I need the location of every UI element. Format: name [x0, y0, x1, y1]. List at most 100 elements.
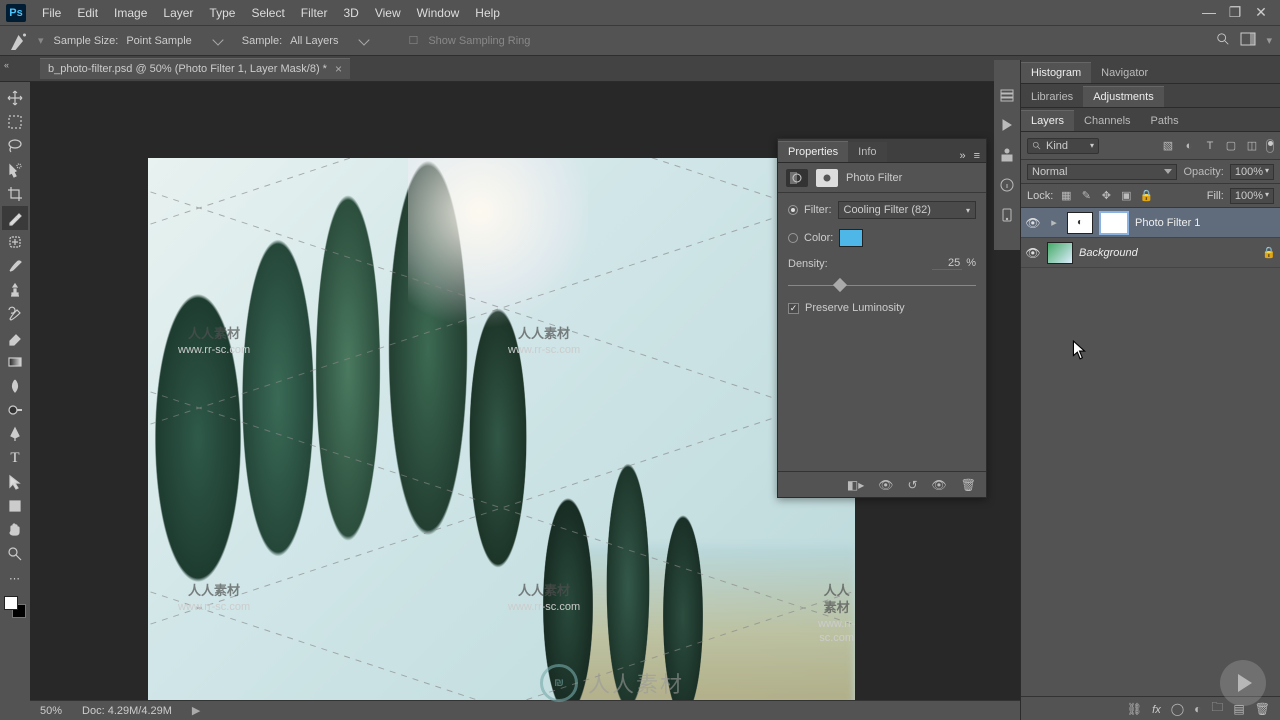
move-tool[interactable]	[2, 86, 28, 110]
gradient-tool[interactable]	[2, 350, 28, 374]
info-panel-icon[interactable]	[998, 176, 1016, 194]
opacity-input[interactable]: 100%▾	[1230, 164, 1274, 180]
tool-preset-icon[interactable]	[8, 29, 32, 53]
clone-stamp-tool[interactable]	[2, 278, 28, 302]
lock-position-icon[interactable]: ✥	[1099, 189, 1113, 202]
menu-edit[interactable]: Edit	[69, 0, 106, 26]
color-radio[interactable]	[788, 233, 798, 243]
minimize-button[interactable]: —	[1202, 4, 1216, 21]
menu-filter[interactable]: Filter	[293, 0, 336, 26]
menu-type[interactable]: Type	[201, 0, 243, 26]
tab-channels[interactable]: Channels	[1074, 111, 1140, 131]
menu-help[interactable]: Help	[467, 0, 508, 26]
filter-type-icon[interactable]: T	[1203, 139, 1217, 153]
workspace-switcher-icon[interactable]	[1240, 32, 1256, 49]
hand-tool[interactable]	[2, 518, 28, 542]
history-panel-icon[interactable]	[998, 86, 1016, 104]
brush-tool[interactable]	[2, 254, 28, 278]
menu-image[interactable]: Image	[106, 0, 155, 26]
layer-filter-kind[interactable]: Kind ▾	[1027, 138, 1099, 154]
layer-mask-thumb[interactable]	[1099, 211, 1129, 235]
lock-artboard-icon[interactable]: ▣	[1119, 189, 1133, 202]
filter-radio[interactable]	[788, 205, 798, 215]
paragraph-panel-icon[interactable]	[998, 146, 1016, 164]
document-tab[interactable]: b_photo-filter.psd @ 50% (Photo Filter 1…	[40, 58, 350, 79]
dodge-tool[interactable]	[2, 398, 28, 422]
tab-properties[interactable]: Properties	[778, 141, 848, 162]
zoom-level[interactable]: 50%	[40, 705, 62, 717]
tab-layers[interactable]: Layers	[1021, 110, 1074, 131]
collapse-panel-icon[interactable]: »	[959, 150, 965, 162]
filter-pixel-icon[interactable]: ▧	[1161, 139, 1175, 153]
lock-all-icon[interactable]: 🔒	[1139, 189, 1153, 202]
menu-view[interactable]: View	[367, 0, 409, 26]
menu-layer[interactable]: Layer	[155, 0, 201, 26]
healing-brush-tool[interactable]	[2, 230, 28, 254]
layer-fx-icon[interactable]: fx	[1152, 702, 1161, 716]
filter-select[interactable]: Cooling Filter (82) ▾	[838, 201, 977, 219]
status-menu-icon[interactable]: ▶	[192, 704, 200, 717]
fill-input[interactable]: 100%▾	[1230, 188, 1274, 204]
show-sampling-ring-checkbox[interactable]: Show Sampling Ring	[428, 35, 530, 47]
blur-tool[interactable]	[2, 374, 28, 398]
clip-to-layer-icon[interactable]: ◧▸	[847, 478, 864, 492]
sample-size-select[interactable]: Point Sample	[122, 34, 211, 48]
path-select-tool[interactable]	[2, 470, 28, 494]
density-input[interactable]: 25	[932, 257, 962, 270]
link-icon[interactable]: ▸	[1047, 216, 1061, 229]
tab-navigator[interactable]: Navigator	[1091, 63, 1158, 83]
layer-name[interactable]: Background	[1079, 247, 1256, 259]
toggle-visibility-icon[interactable]: 👁	[932, 478, 947, 492]
filter-shape-icon[interactable]: ▢	[1224, 139, 1238, 153]
tab-libraries[interactable]: Libraries	[1021, 87, 1083, 107]
visibility-toggle-icon[interactable]: 👁	[1025, 246, 1041, 260]
delete-adjustment-icon[interactable]: 🗑	[961, 478, 976, 492]
eyedropper-tool[interactable]	[2, 206, 28, 230]
layer-name[interactable]: Photo Filter 1	[1135, 217, 1276, 229]
zoom-tool[interactable]	[2, 542, 28, 566]
view-previous-icon[interactable]: 👁	[878, 478, 893, 492]
layer-mask-icon[interactable]: ◯	[1171, 702, 1184, 716]
density-slider[interactable]	[788, 280, 976, 292]
eraser-tool[interactable]	[2, 326, 28, 350]
menu-select[interactable]: Select	[243, 0, 292, 26]
actions-panel-icon[interactable]	[998, 116, 1016, 134]
filter-toggle-icon[interactable]	[1266, 139, 1274, 153]
crop-tool[interactable]	[2, 182, 28, 206]
play-overlay-icon[interactable]	[1220, 660, 1266, 706]
filter-adjust-icon[interactable]: ◐	[1182, 139, 1196, 153]
menu-3d[interactable]: 3D	[335, 0, 366, 26]
quick-select-tool[interactable]	[2, 158, 28, 182]
tab-info[interactable]: Info	[848, 142, 886, 162]
menu-file[interactable]: File	[34, 0, 69, 26]
visibility-toggle-icon[interactable]: 👁	[1025, 216, 1041, 230]
close-button[interactable]: ✕	[1254, 4, 1268, 21]
device-preview-icon[interactable]	[998, 206, 1016, 224]
adjustment-thumb[interactable]: ◐	[1067, 212, 1093, 234]
menu-window[interactable]: Window	[409, 0, 468, 26]
delete-layer-icon[interactable]: 🗑	[1255, 702, 1270, 716]
marquee-tool[interactable]	[2, 110, 28, 134]
shape-tool[interactable]	[2, 494, 28, 518]
tab-adjustments[interactable]: Adjustments	[1083, 86, 1164, 107]
document-canvas[interactable]: 人人素材www.rr-sc.com 人人素材www.rr-sc.com 人人素材…	[148, 158, 855, 706]
link-layers-icon[interactable]: ⛓	[1127, 702, 1142, 716]
mask-type-icon[interactable]	[816, 169, 838, 187]
tab-paths[interactable]: Paths	[1141, 111, 1189, 131]
blend-mode-select[interactable]: Normal	[1027, 164, 1177, 180]
close-tab-icon[interactable]: ×	[335, 62, 342, 76]
type-tool[interactable]: T	[2, 446, 28, 470]
lock-paint-icon[interactable]: ✎	[1079, 189, 1093, 202]
panel-menu-icon[interactable]: ≡	[974, 150, 980, 162]
filter-color-swatch[interactable]	[839, 229, 863, 247]
lasso-tool[interactable]	[2, 134, 28, 158]
layer-row-photo-filter[interactable]: 👁 ▸ ◐ Photo Filter 1	[1021, 208, 1280, 238]
collapse-left-icon[interactable]: «	[4, 60, 9, 70]
new-group-icon[interactable]: 🗀	[1211, 698, 1223, 719]
lock-transparent-icon[interactable]: ▦	[1059, 189, 1073, 202]
layer-row-background[interactable]: 👁 Background 🔒	[1021, 238, 1280, 268]
foreground-color-swatch[interactable]	[4, 596, 18, 610]
reset-icon[interactable]: ↺	[907, 478, 917, 492]
search-icon[interactable]	[1216, 32, 1230, 49]
color-swatches[interactable]	[2, 594, 28, 620]
